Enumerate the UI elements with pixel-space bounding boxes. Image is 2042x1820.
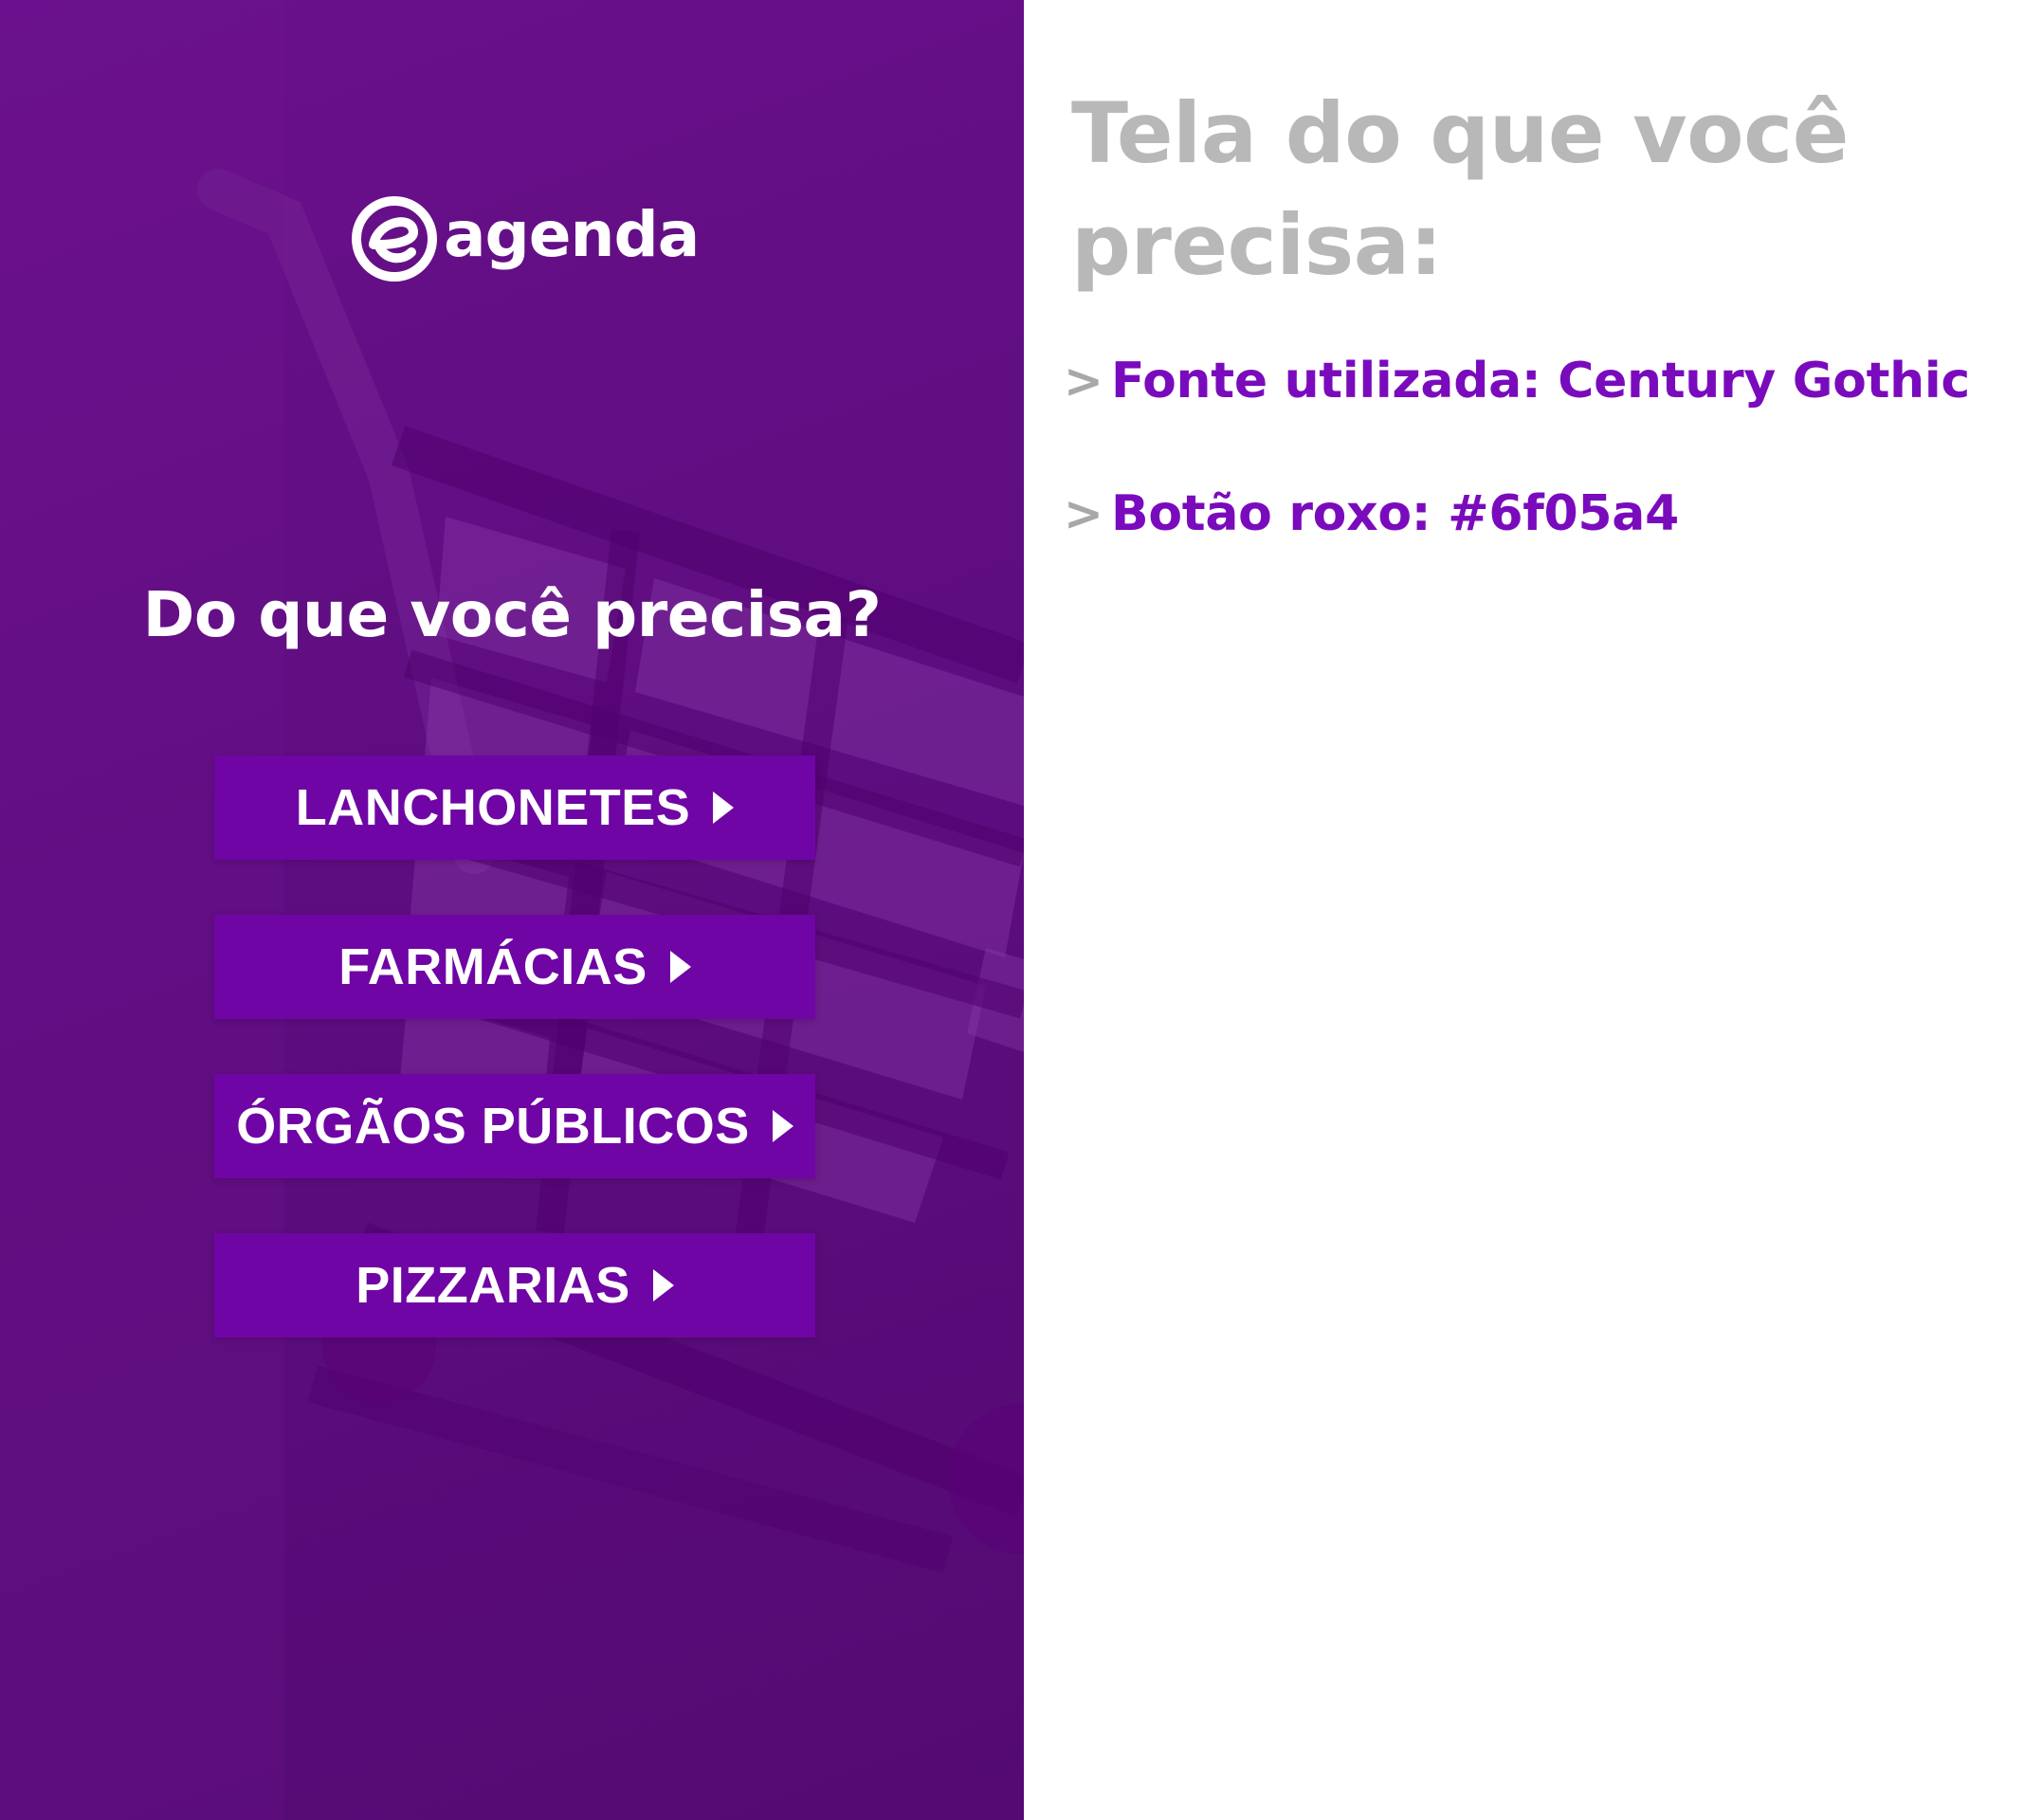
arrow-right-icon — [772, 1110, 793, 1142]
screen-question: Do que você precisa? — [142, 578, 882, 651]
spec-text-font: Fonte utilizada: Century Gothic — [1111, 353, 1970, 410]
spec-text-button-color: Botão roxo: #6f05a4 — [1111, 485, 1679, 542]
category-button-label: ÓRGÃOS PÚBLICOS — [236, 1098, 750, 1155]
arrow-right-icon — [669, 951, 691, 983]
category-button-label: LANCHONETES — [295, 779, 691, 836]
app-logo-text: agenda — [444, 198, 700, 271]
spec-title: Tela do que você precisa: — [1071, 84, 1849, 294]
app-logo: agenda — [349, 193, 700, 284]
category-menu: LANCHONETES FARMÁCIAS ÓRGÃOS PÚBLICOS PI… — [214, 755, 815, 1392]
category-button-farmacias[interactable]: FARMÁCIAS — [214, 915, 815, 1019]
e-circle-logo-icon — [352, 196, 437, 282]
category-button-lanchonetes[interactable]: LANCHONETES — [214, 755, 815, 860]
spec-panel: Tela do que você precisa: > Fonte utiliz… — [1024, 0, 2042, 1820]
spec-item-font: > Fonte utilizada: Century Gothic — [1064, 353, 2021, 419]
app-screen: agenda Do que você precisa? LANCHONETES … — [0, 0, 1024, 1820]
category-button-orgaos-publicos[interactable]: ÓRGÃOS PÚBLICOS — [214, 1074, 815, 1178]
spec-list: > Fonte utilizada: Century Gothic > Botã… — [1064, 353, 2021, 618]
category-button-label: FARMÁCIAS — [338, 938, 647, 995]
spec-bullet: > — [1064, 354, 1103, 409]
category-button-label: PIZZARIAS — [356, 1257, 630, 1314]
arrow-right-icon — [652, 1269, 674, 1301]
category-button-pizzarias[interactable]: PIZZARIAS — [214, 1233, 815, 1338]
spec-item-button-color: > Botão roxo: #6f05a4 — [1064, 485, 2021, 552]
mockup-page: agenda Do que você precisa? LANCHONETES … — [0, 0, 2042, 1820]
arrow-right-icon — [713, 792, 735, 824]
spec-bullet: > — [1064, 486, 1103, 541]
